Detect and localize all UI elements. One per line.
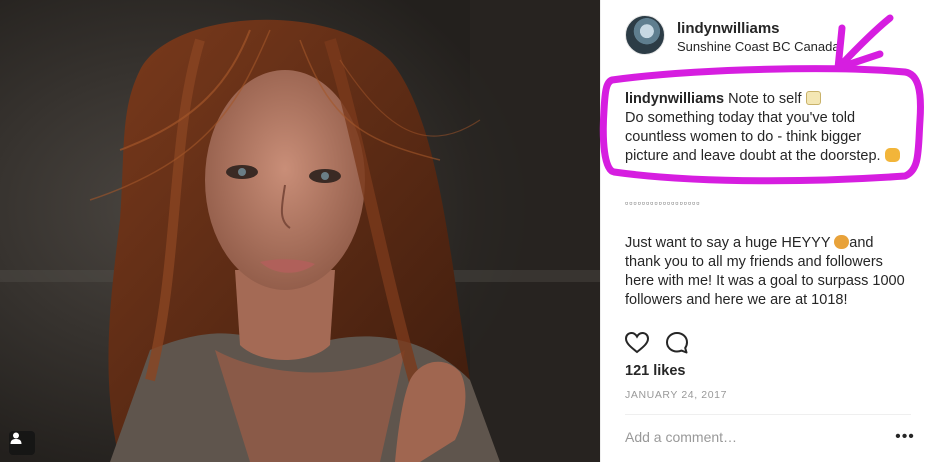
comment-button[interactable] [664, 330, 690, 356]
heart-outline-icon [624, 331, 650, 354]
post-details-panel: lindynwilliams Sunshine Coast BC Canada … [600, 0, 934, 462]
avatar[interactable] [625, 15, 665, 55]
more-options-button[interactable]: ••• [895, 427, 915, 447]
caption: lindynwilliams Note to self Do something… [625, 90, 925, 166]
caption-text-3: countless women to do - think bigger [625, 129, 862, 145]
post-date[interactable]: JANUARY 24, 2017 [625, 389, 727, 401]
memo-emoji [805, 91, 821, 105]
caption-text-4: picture and leave doubt at the doorstep. [625, 148, 881, 164]
like-count[interactable]: 121 likes [625, 363, 685, 379]
like-button[interactable] [624, 330, 650, 356]
speech-bubble-icon [666, 332, 688, 354]
body-text-2: thank you to all my friends and follower… [625, 254, 883, 270]
body-text-1b: and [849, 235, 874, 251]
caption-username[interactable]: lindynwilliams [625, 91, 724, 107]
body-text-1a: Just want to say a huge HEYYY [625, 235, 835, 251]
header-username[interactable]: lindynwilliams [677, 20, 780, 37]
body-text-4: followers and here we are at 1018! [625, 292, 848, 308]
caption-text-2: Do something today that you've told [625, 110, 856, 126]
portrait-image [0, 0, 600, 462]
divider [625, 414, 911, 415]
person-raising-hand-emoji [834, 235, 850, 249]
comment-input[interactable] [625, 426, 875, 448]
caption-text-1: Note to self [724, 91, 802, 107]
tagged-people-button[interactable] [9, 431, 35, 455]
separator-dots: ▫▫▫▫▫▫▫▫▫▫▫▫▫▫▫▫▫▫ [625, 198, 701, 208]
body-text-3: here with me! It was a goal to surpass 1… [625, 273, 905, 289]
fist-emoji [884, 148, 900, 162]
post-photo[interactable] [0, 0, 600, 462]
location-link[interactable]: Sunshine Coast BC Canada [677, 39, 840, 54]
person-tag-icon [10, 432, 22, 444]
post-header: lindynwilliams Sunshine Coast BC Canada [601, 0, 934, 62]
caption-body: Just want to say a huge HEYYY and thank … [625, 234, 925, 310]
